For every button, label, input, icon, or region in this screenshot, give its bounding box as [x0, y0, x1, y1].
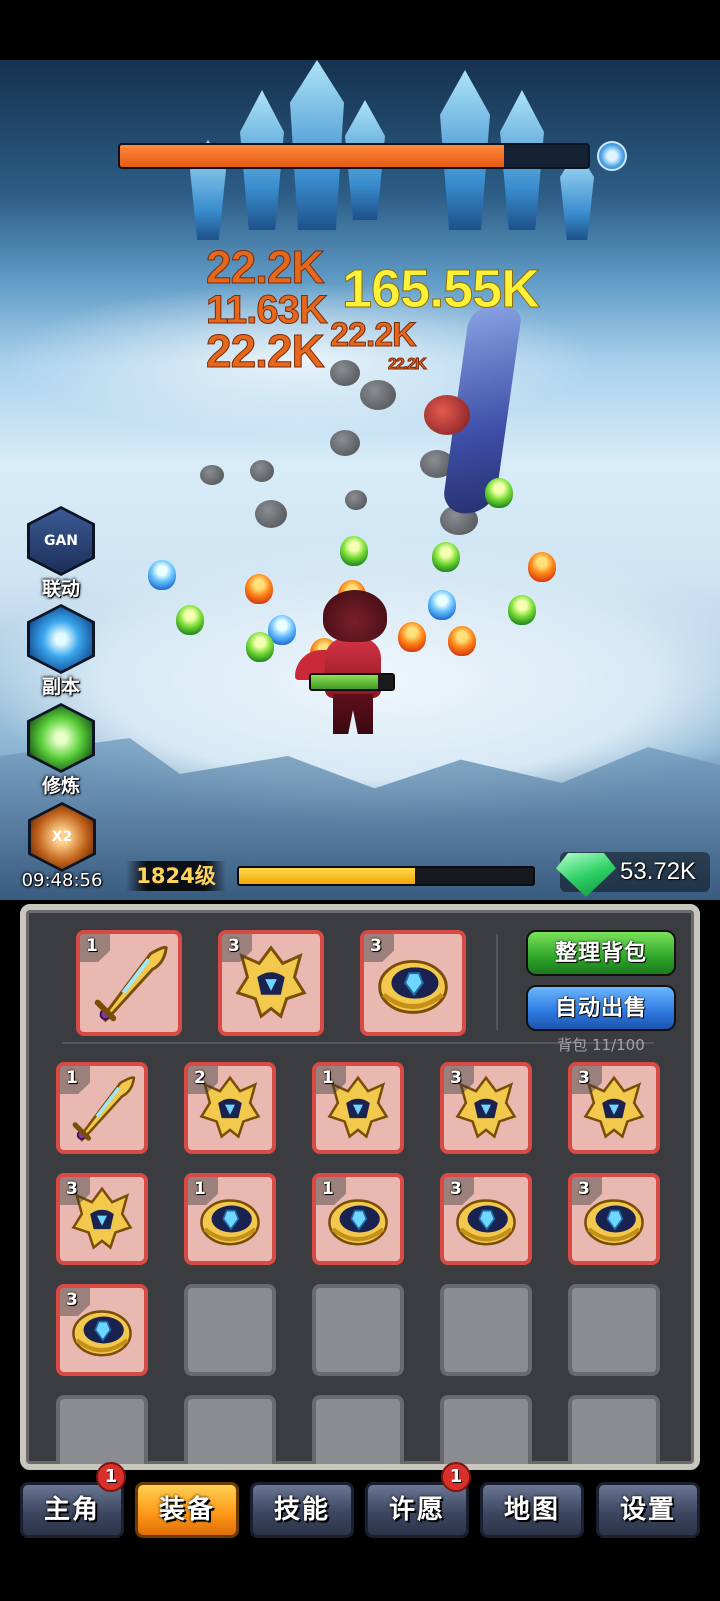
- hero-legs: [333, 694, 373, 734]
- damage-number: 22.2K: [330, 316, 418, 355]
- hero-hp-bar: [309, 673, 395, 691]
- auto-sell-button[interactable]: 自动出售: [526, 985, 676, 1031]
- battle-scene: [0, 60, 720, 900]
- xp-fill: [239, 868, 416, 884]
- boss-hp-bar: [118, 143, 590, 169]
- side-button-label: 联动: [41, 578, 80, 600]
- equipped-slot[interactable]: 3: [360, 930, 466, 1036]
- side-button-label: 副本: [41, 676, 80, 698]
- debris-rock: [255, 500, 287, 528]
- leaf-orb: [432, 542, 460, 572]
- empty-slot[interactable]: [184, 1395, 276, 1464]
- leaf-orb: [176, 605, 204, 635]
- boost-timer: 09:48:56: [21, 870, 103, 891]
- side-button-cultivate[interactable]: 修炼: [24, 703, 98, 798]
- nav-tab-1[interactable]: 装备: [135, 1482, 239, 1538]
- leaf-orb: [340, 536, 368, 566]
- portal-vortex-icon: [27, 604, 95, 674]
- debris-rock: [360, 380, 396, 410]
- leaf-orb: [508, 595, 536, 625]
- empty-slot[interactable]: [440, 1284, 532, 1376]
- empty-slot[interactable]: [312, 1395, 404, 1464]
- monster-head: [424, 395, 470, 435]
- equipped-slot[interactable]: 3: [218, 930, 324, 1036]
- debris-rock: [250, 460, 274, 482]
- damage-number: 22.2K: [206, 241, 326, 294]
- empty-slot[interactable]: [184, 1284, 276, 1376]
- damage-number: 22.2K: [388, 356, 428, 374]
- fire-orb: [528, 552, 556, 582]
- empty-slot[interactable]: [56, 1395, 148, 1464]
- xp-bar: [237, 866, 535, 886]
- side-button-dungeon[interactable]: 副本: [24, 604, 98, 699]
- empty-slot[interactable]: [312, 1284, 404, 1376]
- inventory-slot[interactable]: 3: [568, 1062, 660, 1154]
- x2-boost-icon: X2: [28, 802, 96, 872]
- empty-slot[interactable]: [568, 1284, 660, 1376]
- inventory-slot[interactable]: 3: [56, 1173, 148, 1265]
- inventory-panel: 整理背包 自动出售 背包 11/100 13312133311333: [20, 904, 700, 1470]
- equipped-slot[interactable]: 1: [76, 930, 182, 1036]
- notification-badge: 1: [441, 1462, 471, 1492]
- inventory-slot[interactable]: 3: [56, 1284, 148, 1376]
- boss-hp-fill: [120, 145, 504, 167]
- hero-hair: [323, 590, 387, 642]
- side-button-label: 修炼: [41, 775, 80, 797]
- hero-hp-fill: [311, 675, 379, 689]
- nav-tab-4[interactable]: 地图: [480, 1482, 584, 1538]
- ice-orb: [428, 590, 456, 620]
- debris-rock: [330, 430, 360, 456]
- inventory-slot[interactable]: 1: [312, 1062, 404, 1154]
- inventory-slot[interactable]: 3: [568, 1173, 660, 1265]
- empty-slot[interactable]: [440, 1395, 532, 1464]
- leaf-orb: [485, 478, 513, 508]
- divider: [496, 934, 498, 1030]
- cultivation-swirl-icon: [27, 703, 95, 773]
- sort-bag-button[interactable]: 整理背包: [526, 930, 676, 976]
- inventory-slot[interactable]: 1: [312, 1173, 404, 1265]
- nav-tab-5[interactable]: 设置: [596, 1482, 700, 1538]
- fire-orb: [245, 574, 273, 604]
- debris-rock: [330, 360, 360, 386]
- notification-badge: 1: [96, 1462, 126, 1492]
- bag-capacity: 背包 11/100: [557, 1036, 645, 1054]
- nav-tab-2[interactable]: 技能: [250, 1482, 354, 1538]
- player-level: 1824级: [126, 861, 226, 891]
- ice-orb: [148, 560, 176, 590]
- leaf-orb: [246, 632, 274, 662]
- side-button-double-reward[interactable]: X2 09:48:56: [18, 802, 106, 891]
- critical-damage-number: 165.55K: [341, 259, 540, 320]
- ice-element-icon: [597, 141, 627, 171]
- inventory-slot[interactable]: 3: [440, 1173, 532, 1265]
- damage-number: 22.2K: [206, 325, 326, 378]
- debris-rock: [200, 465, 224, 485]
- inventory-slot[interactable]: 2: [184, 1062, 276, 1154]
- inventory-slot[interactable]: 1: [184, 1173, 276, 1265]
- side-button-link[interactable]: GAN 联动: [24, 506, 98, 601]
- gem-count: 53.72K: [620, 858, 697, 885]
- debris-rock: [345, 490, 367, 510]
- hero-character: [295, 590, 405, 740]
- link-event-icon: GAN: [27, 506, 95, 576]
- inventory-slot[interactable]: 3: [440, 1062, 532, 1154]
- empty-slot[interactable]: [568, 1395, 660, 1464]
- inventory-slot[interactable]: 1: [56, 1062, 148, 1154]
- fire-orb: [448, 626, 476, 656]
